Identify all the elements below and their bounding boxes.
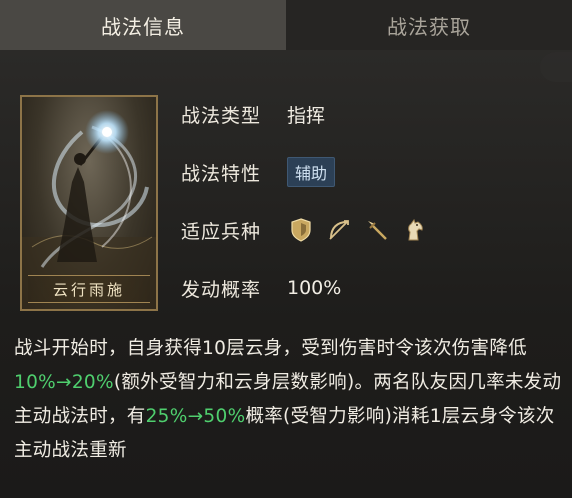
spear-icon (363, 216, 391, 244)
unit-types-label: 适应兵种 (181, 220, 262, 243)
row-trigger-rate: 发动概率 100% (181, 273, 341, 303)
scroll-hint (540, 52, 572, 82)
row-tactic-type: 战法类型 指挥 (181, 99, 325, 129)
bow-icon (325, 216, 353, 244)
description-highlight-1: 10%→20% (14, 372, 114, 393)
tab-tactic-acquire[interactable]: 战法获取 (286, 0, 572, 50)
tactic-description: 战斗开始时，自身获得10层云身，受到伤害时令该次伤害降低10%→20%(额外受智… (14, 332, 562, 468)
description-highlight-2: 25%→50% (145, 406, 246, 427)
tactic-type-value: 指挥 (287, 104, 326, 127)
tactic-type-label: 战法类型 (181, 104, 262, 127)
tab-bar: 战法信息 战法获取 (0, 0, 572, 50)
tactic-card: 云行雨施 (20, 95, 158, 311)
row-unit-types: 适应兵种 (181, 215, 429, 245)
description-text-1: 战斗开始时，自身获得10层云身，受到伤害时令该次伤害降低 (14, 338, 527, 359)
card-title: 云行雨施 (28, 275, 150, 303)
horse-icon (401, 216, 429, 244)
tactic-trait-label: 战法特性 (181, 162, 262, 185)
shield-icon (287, 216, 315, 244)
tab-tactic-info[interactable]: 战法信息 (0, 0, 286, 50)
trigger-rate-value: 100% (287, 277, 342, 299)
tactic-trait-badge: 辅助 (287, 157, 336, 187)
trigger-rate-label: 发动概率 (181, 278, 262, 301)
row-tactic-trait: 战法特性 辅助 (181, 157, 336, 187)
unit-icons (287, 216, 429, 244)
